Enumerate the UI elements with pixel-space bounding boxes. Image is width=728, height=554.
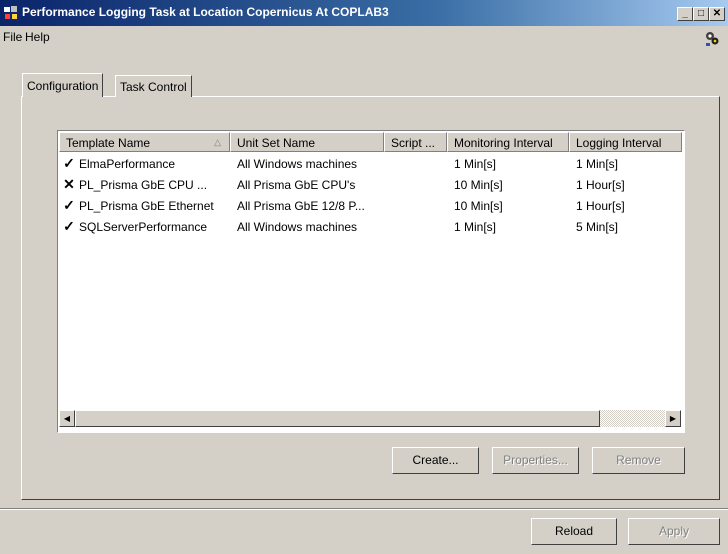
- cell-monitoring-interval: 10 Min[s]: [454, 199, 503, 213]
- remove-button[interactable]: Remove: [592, 447, 685, 474]
- sort-ascending-icon: △: [214, 137, 221, 147]
- column-script[interactable]: Script ...: [384, 132, 447, 152]
- title-bar[interactable]: Performance Logging Task at Location Cop…: [0, 0, 728, 26]
- cell-monitoring-interval: 1 Min[s]: [454, 220, 497, 234]
- app-icon: [4, 6, 17, 19]
- menu-help[interactable]: Help: [25, 30, 50, 44]
- template-list[interactable]: Template Name △ Unit Set Name Script ...…: [57, 130, 685, 433]
- scroll-thumb[interactable]: [75, 410, 600, 427]
- menu-file[interactable]: File: [3, 30, 22, 44]
- horizontal-scrollbar[interactable]: ◀ ▶: [59, 410, 683, 429]
- cell-monitoring-interval: 1 Min[s]: [454, 157, 497, 171]
- column-label: Template Name: [66, 136, 151, 150]
- properties-button[interactable]: Properties...: [492, 447, 579, 474]
- cell-template-name: ElmaPerformance: [79, 157, 176, 171]
- gear-people-icon[interactable]: [702, 30, 722, 48]
- enabled-check-icon: ✓: [63, 197, 75, 213]
- table-row[interactable]: ✓ SQLServerPerformance All Windows machi…: [59, 217, 683, 237]
- window-title: Performance Logging Task at Location Cop…: [22, 5, 389, 19]
- menu-bar: File Help: [0, 26, 728, 48]
- column-unit-set-name[interactable]: Unit Set Name: [230, 132, 384, 152]
- cell-template-name: PL_Prisma GbE Ethernet: [79, 199, 214, 213]
- cell-template-name: PL_Prisma GbE CPU ...: [79, 178, 208, 192]
- cell-unit-set: All Prisma GbE CPU's: [237, 178, 356, 192]
- scroll-right-icon[interactable]: ▶: [665, 410, 681, 427]
- tab-configuration[interactable]: Configuration: [22, 73, 104, 97]
- divider: [0, 508, 728, 510]
- column-template-name[interactable]: Template Name △: [59, 132, 230, 152]
- table-row[interactable]: ✕ PL_Prisma GbE CPU ... All Prisma GbE C…: [59, 175, 683, 195]
- cell-logging-interval: 5 Min[s]: [576, 220, 619, 234]
- tab-task-control[interactable]: Task Control: [115, 75, 192, 97]
- cell-unit-set: All Prisma GbE 12/8 P...: [237, 199, 365, 213]
- apply-button[interactable]: Apply: [628, 518, 720, 545]
- table-row[interactable]: ✓ PL_Prisma GbE Ethernet All Prisma GbE …: [59, 196, 683, 216]
- minimize-button[interactable]: _: [677, 7, 693, 21]
- enabled-check-icon: ✓: [63, 155, 75, 171]
- cell-unit-set: All Windows machines: [237, 157, 358, 171]
- cell-monitoring-interval: 10 Min[s]: [454, 178, 503, 192]
- cell-template-name: SQLServerPerformance: [79, 220, 208, 234]
- column-monitoring-interval[interactable]: Monitoring Interval: [447, 132, 569, 152]
- maximize-button[interactable]: □: [693, 7, 709, 21]
- cell-logging-interval: 1 Hour[s]: [576, 199, 625, 213]
- table-row[interactable]: ✓ ElmaPerformance All Windows machines 1…: [59, 154, 683, 174]
- cell-logging-interval: 1 Min[s]: [576, 157, 619, 171]
- scroll-left-icon[interactable]: ◀: [59, 410, 75, 427]
- cell-logging-interval: 1 Hour[s]: [576, 178, 625, 192]
- disabled-x-icon: ✕: [63, 176, 75, 192]
- cell-unit-set: All Windows machines: [237, 220, 358, 234]
- enabled-check-icon: ✓: [63, 218, 75, 234]
- create-button[interactable]: Create...: [392, 447, 479, 474]
- reload-button[interactable]: Reload: [531, 518, 617, 545]
- column-logging-interval[interactable]: Logging Interval: [569, 132, 682, 152]
- close-button[interactable]: ✕: [709, 7, 725, 21]
